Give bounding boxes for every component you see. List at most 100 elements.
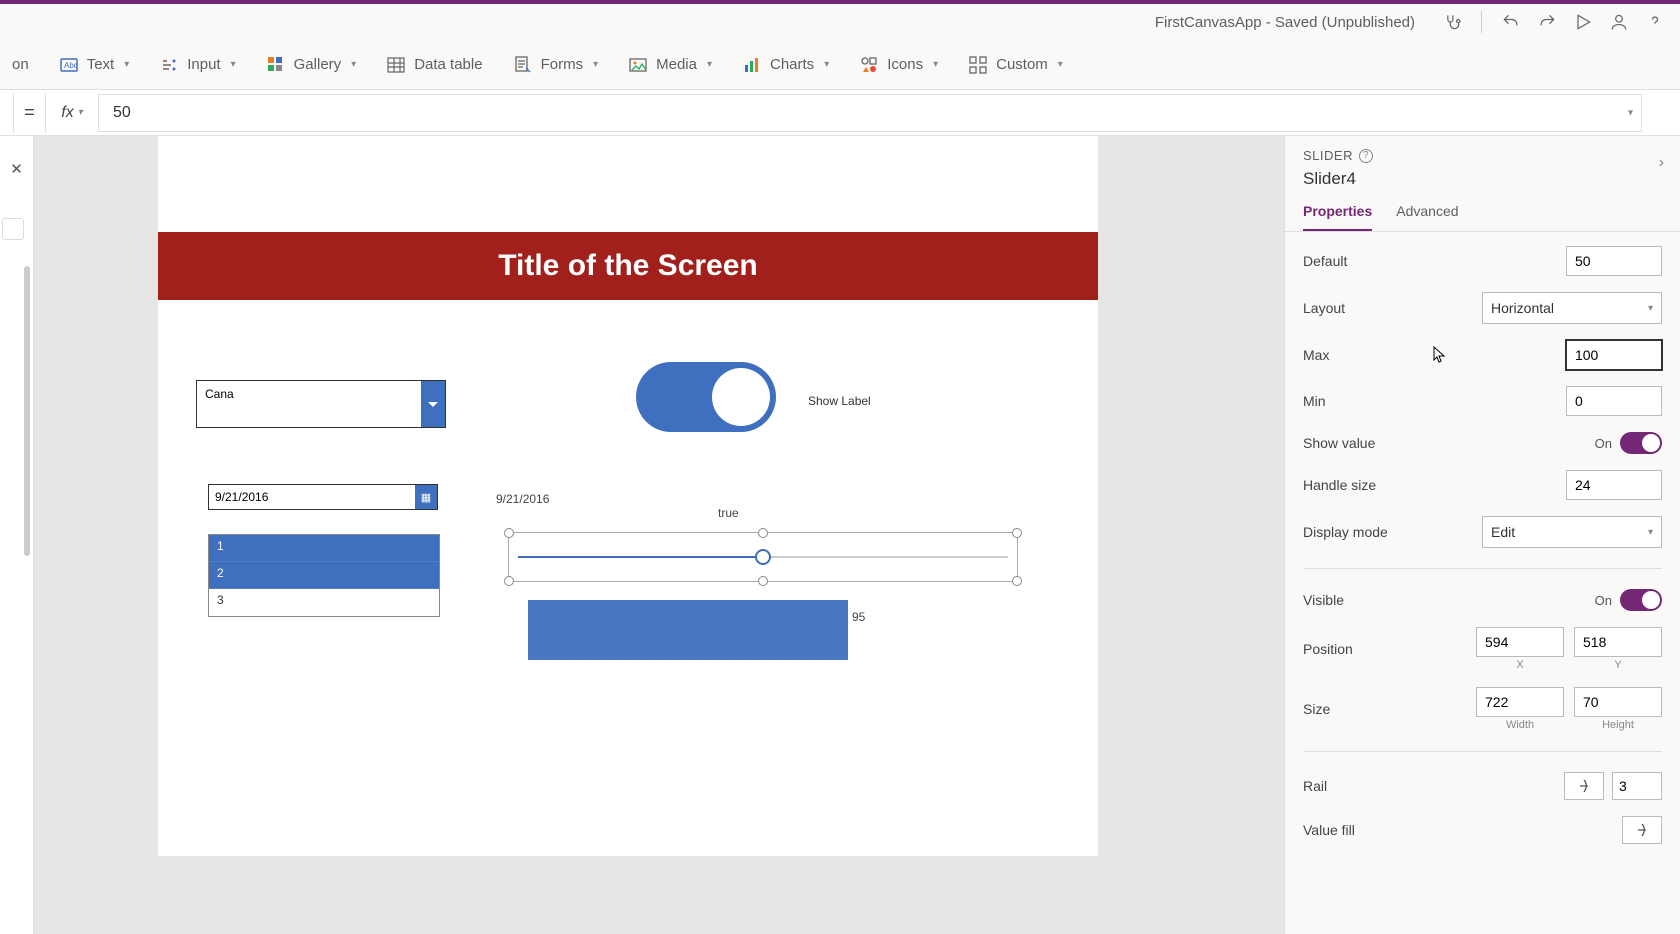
separator (1481, 11, 1482, 33)
chevron-down-icon: ▾ (231, 59, 236, 70)
tab-properties[interactable]: Properties (1303, 203, 1372, 231)
toggle-control[interactable] (636, 362, 776, 432)
slider-handle[interactable] (755, 549, 771, 565)
visible-toggle[interactable] (1620, 589, 1662, 611)
toggle-knob (712, 368, 770, 426)
prop-row-showvalue: Show value On (1303, 432, 1662, 454)
expand-panel-icon[interactable]: › (1659, 154, 1664, 172)
ribbon-partial-item[interactable]: on (8, 50, 33, 79)
help-icon[interactable] (1644, 11, 1666, 33)
ribbon-charts[interactable]: Charts▾ (738, 49, 833, 81)
handlesize-input[interactable] (1566, 470, 1662, 500)
true-label: true (718, 506, 739, 520)
list-item[interactable]: 3 (209, 589, 439, 616)
control-name[interactable]: Slider4 (1303, 169, 1662, 189)
icons-icon (859, 55, 879, 75)
rail-border-input[interactable] (1612, 772, 1662, 800)
screen-thumbnail[interactable] (2, 218, 24, 240)
chevron-down-icon: ▾ (824, 59, 829, 70)
left-tree-panel-collapsed: ✕ (0, 136, 34, 934)
redo-icon[interactable] (1536, 11, 1558, 33)
min-input[interactable] (1566, 386, 1662, 416)
user-icon[interactable] (1608, 11, 1630, 33)
ribbon-media[interactable]: Media▾ (624, 49, 716, 81)
ribbon-input[interactable]: Input▾ (155, 49, 239, 81)
play-icon[interactable] (1572, 11, 1594, 33)
ribbon-forms[interactable]: Forms▾ (509, 49, 603, 81)
dropdown-chevron-icon[interactable] (421, 381, 445, 427)
default-input[interactable] (1566, 246, 1662, 276)
prop-row-handlesize: Handle size (1303, 470, 1662, 500)
scrollbar[interactable] (24, 266, 30, 556)
resize-handle[interactable] (758, 576, 768, 586)
design-canvas[interactable]: Title of the Screen Cana Show Label 9/21… (158, 136, 1098, 856)
ribbon-toolbar: on Abc Text▾ Input▾ Gallery▾ Data table … (0, 40, 1680, 90)
listbox-control[interactable]: 1 2 3 (208, 534, 440, 617)
resize-handle[interactable] (758, 528, 768, 538)
value-label-95: 95 (852, 610, 865, 624)
dropdown-control[interactable]: Cana (196, 380, 446, 428)
resize-handle[interactable] (1012, 528, 1022, 538)
fx-button[interactable]: fx▾ (46, 93, 98, 133)
chevron-down-icon: ▾ (933, 59, 938, 70)
prop-row-default: Default (1303, 246, 1662, 276)
chevron-down-icon: ▾ (1648, 527, 1653, 538)
layout-select[interactable]: Horizontal ▾ (1482, 292, 1662, 324)
formula-input[interactable]: 50 ▾ (98, 94, 1642, 132)
input-icon (159, 55, 179, 75)
ribbon-custom[interactable]: Custom▾ (964, 49, 1067, 81)
chevron-down-icon: ▾ (593, 59, 598, 70)
prop-row-displaymode: Display mode Edit ▾ (1303, 516, 1662, 548)
cursor-icon (1433, 346, 1447, 364)
screen-title-label[interactable]: Title of the Screen (158, 232, 1098, 300)
max-input[interactable] (1566, 340, 1662, 370)
ribbon-text[interactable]: Abc Text▾ (55, 49, 134, 81)
size-h-input[interactable] (1574, 687, 1662, 717)
prop-row-min: Min (1303, 386, 1662, 416)
chevron-down-icon: ▾ (351, 59, 356, 70)
chevron-down-icon: ▾ (78, 107, 83, 118)
expand-formula-icon[interactable]: ▾ (1628, 107, 1633, 118)
table-icon (386, 55, 406, 75)
tab-advanced[interactable]: Advanced (1396, 203, 1458, 231)
date-picker[interactable]: 9/21/2016 ▦ (208, 484, 438, 510)
health-icon[interactable] (1441, 11, 1463, 33)
show-label-text: Show Label (808, 394, 871, 408)
gallery-icon (266, 55, 286, 75)
divider (1303, 751, 1662, 752)
chevron-down-icon: ▾ (1058, 59, 1063, 70)
displaymode-select[interactable]: Edit ▾ (1482, 516, 1662, 548)
property-selector[interactable] (0, 93, 14, 133)
prop-row-max: Max (1303, 340, 1662, 370)
prop-row-valuefill: Value fill (1303, 816, 1662, 844)
calendar-icon[interactable]: ▦ (415, 485, 437, 509)
list-item[interactable]: 2 (209, 562, 439, 589)
ribbon-icons[interactable]: Icons▾ (855, 49, 942, 81)
rail-color-swatch[interactable] (1564, 772, 1604, 800)
pos-y-input[interactable] (1574, 627, 1662, 657)
custom-icon (968, 55, 988, 75)
ribbon-datatable[interactable]: Data table (382, 49, 486, 81)
app-title: FirstCanvasApp - Saved (Unpublished) (1155, 14, 1415, 31)
resize-handle[interactable] (1012, 576, 1022, 586)
prop-row-layout: Layout Horizontal ▾ (1303, 292, 1662, 324)
divider (1303, 568, 1662, 569)
help-icon[interactable]: ? (1359, 149, 1373, 163)
prop-row-size: Size Width Height (1303, 687, 1662, 731)
undo-icon[interactable] (1500, 11, 1522, 33)
properties-tabs: Properties Advanced (1285, 193, 1680, 232)
valuefill-color-swatch[interactable] (1622, 816, 1662, 844)
rectangle-control[interactable] (528, 600, 848, 660)
list-item[interactable]: 1 (209, 535, 439, 562)
slider-fill (518, 556, 763, 558)
size-w-input[interactable] (1476, 687, 1564, 717)
showvalue-toggle[interactable] (1620, 432, 1662, 454)
formula-bar: = fx▾ 50 ▾ (0, 90, 1680, 136)
resize-handle[interactable] (504, 576, 514, 586)
pos-x-input[interactable] (1476, 627, 1564, 657)
resize-handle[interactable] (504, 528, 514, 538)
properties-body: Default Layout Horizontal ▾ Max Min (1285, 232, 1680, 934)
close-panel-icon[interactable]: ✕ (10, 160, 23, 178)
main-area: ✕ Title of the Screen Cana Show Label 9/… (0, 136, 1680, 934)
ribbon-gallery[interactable]: Gallery▾ (262, 49, 361, 81)
